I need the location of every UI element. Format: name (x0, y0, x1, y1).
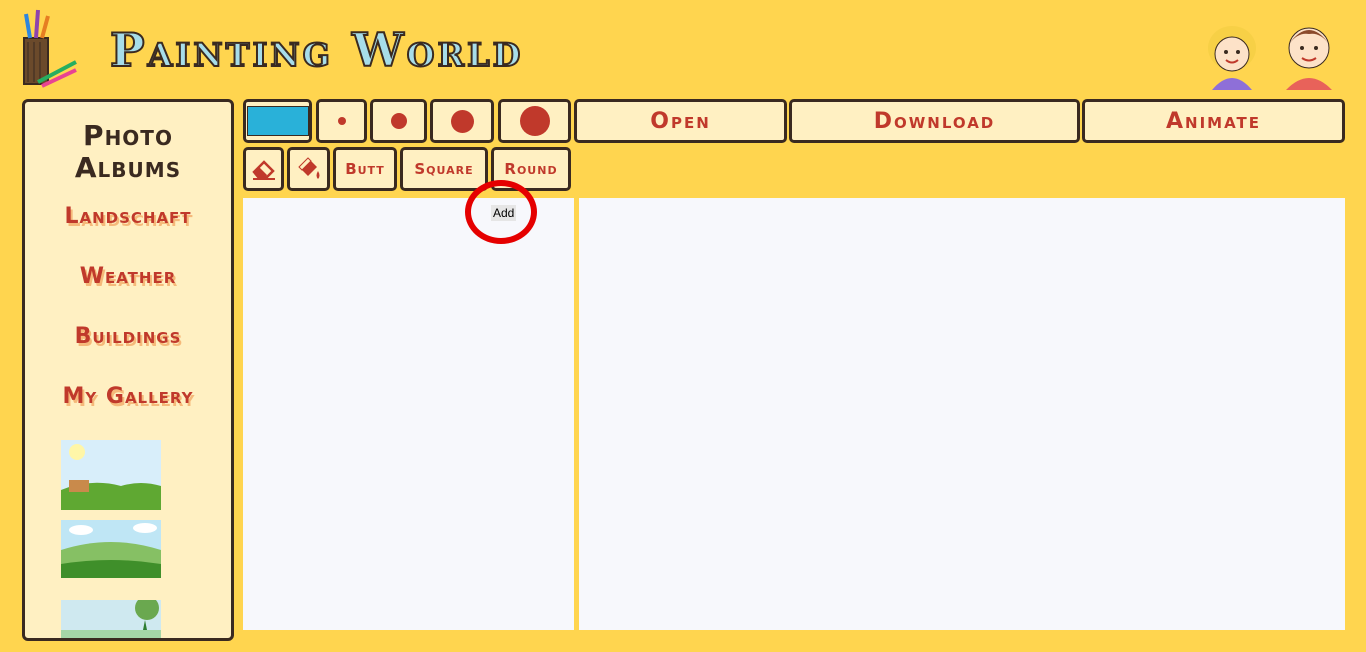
sidebar-title-line1: Photo (83, 119, 173, 152)
open-label: Open (650, 108, 711, 134)
landscape-sign-thumbnail[interactable] (61, 440, 161, 510)
green-hills-thumbnail[interactable] (61, 520, 161, 578)
add-frame-button[interactable]: Add (491, 205, 517, 221)
linecap-square-button[interactable]: Square (400, 147, 488, 191)
linecap-round-button[interactable]: Round (491, 147, 571, 191)
animate-button[interactable]: Animate (1082, 99, 1345, 143)
sidebar-title: Photo Albums (25, 120, 231, 184)
pencil-cup-icon (23, 9, 77, 88)
download-button[interactable]: Download (789, 99, 1080, 143)
sidebar-title-line2: Albums (74, 151, 182, 184)
linecap-butt-button[interactable]: Butt (333, 147, 397, 191)
brush-dot-small-icon (390, 113, 407, 129)
girl-avatar-icon (1208, 26, 1256, 90)
fill-bucket-button[interactable] (287, 147, 330, 191)
album-link-my-gallery[interactable]: My Gallery (25, 384, 231, 409)
linecap-round-label: Round (504, 160, 558, 178)
linecap-butt-label: Butt (345, 160, 385, 178)
frame-canvas[interactable] (243, 198, 574, 630)
tree-field-thumbnail[interactable] (61, 600, 161, 640)
album-link-landschaft[interactable]: Landschaft (25, 204, 231, 229)
animate-label: Animate (1165, 108, 1261, 134)
drawing-canvas[interactable] (579, 198, 1345, 630)
color-picker-button[interactable] (243, 99, 312, 143)
brush-size-large-button[interactable] (498, 99, 571, 143)
brush-dot-tiny-icon (337, 117, 346, 125)
brush-size-tiny-button[interactable] (316, 99, 367, 143)
open-button[interactable]: Open (574, 99, 787, 143)
linecap-square-label: Square (414, 160, 474, 178)
photo-albums-sidebar: Photo Albums Landschaft Weather Building… (22, 99, 234, 641)
brush-dot-large-icon (519, 106, 550, 136)
album-link-weather[interactable]: Weather (25, 264, 231, 289)
boy-avatar-icon (1286, 27, 1332, 90)
brush-size-small-button[interactable] (370, 99, 427, 143)
paint-bucket-icon (297, 157, 319, 179)
current-color-swatch (246, 106, 309, 136)
download-label: Download (873, 108, 996, 134)
brush-dot-medium-icon (450, 109, 474, 133)
album-link-buildings[interactable]: Buildings (25, 324, 231, 349)
brush-size-medium-button[interactable] (430, 99, 494, 143)
app-title: Painting World (109, 22, 524, 78)
eraser-icon (251, 160, 275, 180)
eraser-button[interactable] (243, 147, 284, 191)
